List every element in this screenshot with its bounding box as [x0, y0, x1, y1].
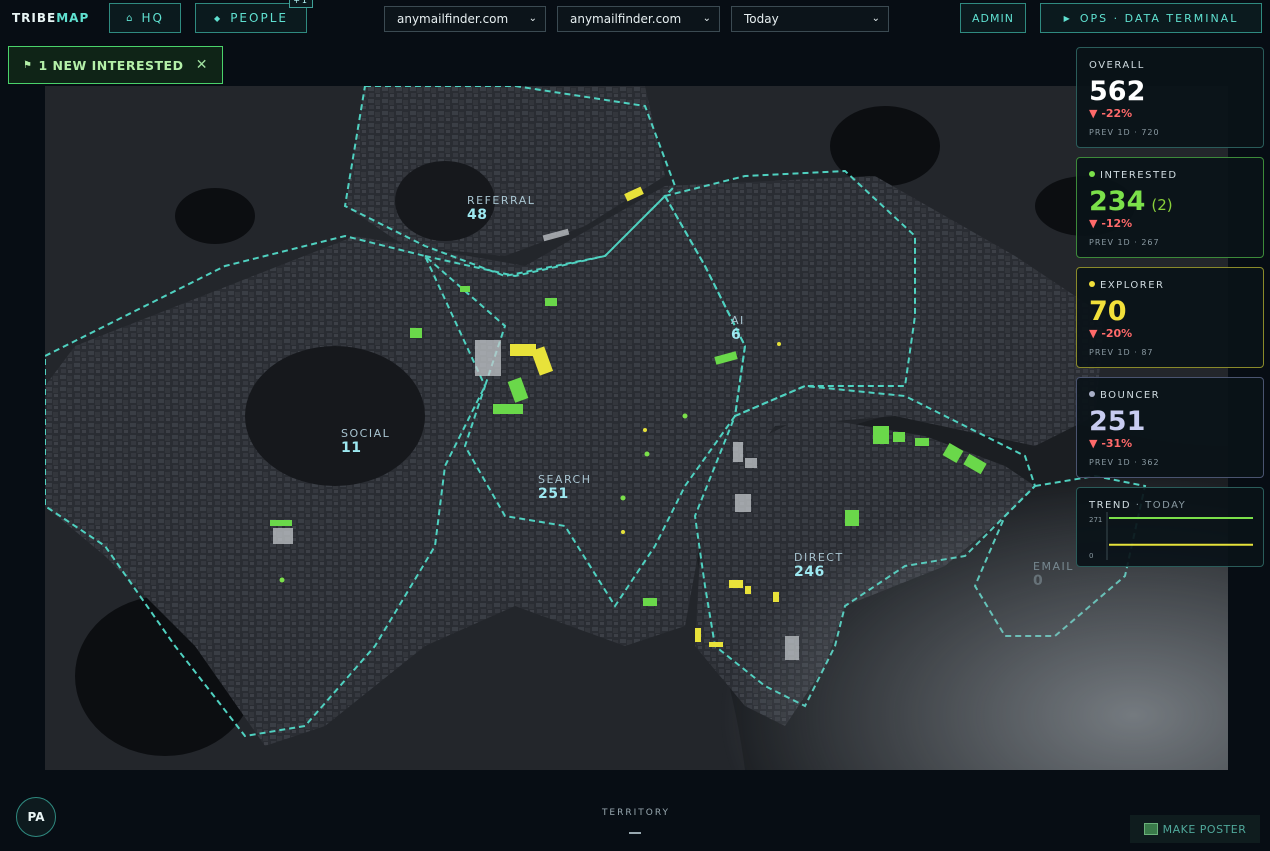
stat-label-text: INTERESTED: [1100, 170, 1178, 181]
people-button[interactable]: ◆ PEOPLE +1: [195, 0, 313, 33]
stat-label: OVERALL: [1089, 60, 1145, 71]
down-triangle-icon: ▼: [1089, 327, 1098, 340]
workspace-select[interactable]: anymailfinder.com ⌄: [384, 6, 546, 32]
stat-label: EXPLORER: [1089, 280, 1165, 291]
territory-name: SEARCH: [538, 473, 592, 486]
stat-change: ▼ -22%: [1089, 107, 1132, 120]
stat-label: BOUNCER: [1089, 390, 1160, 401]
logo-text-accent: MAP: [56, 11, 90, 25]
territory-label-direct[interactable]: DIRECT 246: [794, 551, 844, 580]
fog-overlay: [45, 86, 1228, 770]
territory-label-email[interactable]: EMAIL 0: [1033, 560, 1074, 589]
app-logo[interactable]: TRIBEMAP: [12, 11, 89, 25]
stat-value-number: 234: [1089, 186, 1146, 217]
map-svg: [45, 86, 1228, 770]
stat-prev: PREV 1D · 362: [1089, 458, 1160, 467]
territory-name: EMAIL: [1033, 560, 1074, 573]
stat-change-value: -20%: [1101, 327, 1133, 340]
territory-name: REFERRAL: [467, 194, 536, 207]
territory-value: 251: [538, 486, 569, 502]
logo-text-primary: TRIBE: [12, 11, 57, 25]
territory-name: AI: [731, 314, 745, 327]
ops-label: OPS · DATA TERMINAL: [1079, 11, 1239, 25]
territory-name: SOCIAL: [341, 427, 391, 440]
top-bar: TRIBEMAP ⌂ HQ ◆ PEOPLE +1 anymailfinder.…: [0, 0, 1270, 40]
stat-value: 234 (2): [1089, 186, 1173, 217]
territory-label-referral[interactable]: REFERRAL 48: [467, 194, 535, 223]
territory-indicator-label: TERRITORY: [601, 808, 671, 818]
period-select-value: Today: [744, 12, 779, 26]
stat-change-value: -22%: [1101, 107, 1133, 120]
trend-card[interactable]: TREND · TODAY 271 0: [1076, 487, 1264, 567]
diamond-icon: ◆: [214, 13, 223, 23]
hq-button[interactable]: ⌂ HQ: [109, 3, 181, 33]
domain-select-value: anymailfinder.com: [570, 12, 682, 26]
trend-y-max-label: 271: [1089, 516, 1102, 524]
down-triangle-icon: ▼: [1089, 217, 1098, 230]
stat-label-text: EXPLORER: [1100, 280, 1165, 291]
trend-lines: [1109, 517, 1253, 546]
down-triangle-icon: ▼: [1089, 437, 1098, 450]
territory-value: 48: [467, 207, 488, 223]
stat-prev: PREV 1D · 87: [1089, 348, 1154, 357]
down-triangle-icon: ▼: [1089, 107, 1098, 120]
people-label: PEOPLE: [230, 11, 288, 25]
close-icon[interactable]: ✕: [196, 57, 208, 73]
admin-button[interactable]: ADMIN: [960, 3, 1026, 33]
make-poster-button[interactable]: MAKE POSTER: [1130, 815, 1260, 843]
territory-value: 11: [341, 440, 362, 456]
workspace-select-value: anymailfinder.com: [397, 12, 509, 26]
trend-y-min-label: 0: [1089, 552, 1093, 560]
stat-value: 562: [1089, 76, 1146, 107]
territory-indicator-dash: [629, 832, 641, 834]
territory-value: 6: [731, 327, 742, 343]
stat-value: 251: [1089, 406, 1146, 437]
stat-change: ▼ -12%: [1089, 217, 1132, 230]
stat-prev: PREV 1D · 267: [1089, 238, 1160, 247]
people-badge: +1: [289, 0, 313, 8]
admin-label: ADMIN: [972, 11, 1014, 25]
home-icon: ⌂: [126, 12, 135, 24]
territory-label-search[interactable]: SEARCH 251: [538, 473, 592, 502]
period-select[interactable]: Today ⌄: [731, 6, 889, 32]
stat-change-value: -12%: [1101, 217, 1133, 230]
territory-map[interactable]: REFERRAL 48 AI 6 SOCIAL 11 SEARCH 251 DIRECT…: [45, 86, 1228, 770]
status-dot-icon: [1089, 171, 1095, 177]
territory-label-social[interactable]: SOCIAL 11: [341, 427, 390, 456]
territory-name: DIRECT: [794, 551, 844, 564]
stat-card-bouncer[interactable]: BOUNCER 251 ▼ -31% PREV 1D · 362: [1076, 377, 1264, 478]
stat-card-overall[interactable]: OVERALL 562 ▼ -22% PREV 1D · 720: [1076, 47, 1264, 148]
image-icon: [1143, 823, 1158, 835]
territory-label-ai[interactable]: AI 6: [731, 314, 745, 343]
play-icon: ▶: [1063, 13, 1072, 23]
stat-value-new: (2): [1151, 196, 1173, 214]
territory-indicator: TERRITORY: [586, 808, 686, 834]
stat-change: ▼ -31%: [1089, 437, 1132, 450]
toast-text: 1 NEW INTERESTED: [38, 57, 184, 73]
flag-icon: ⚑: [23, 59, 33, 71]
chevron-down-icon: ⌄: [702, 13, 711, 24]
stat-prev: PREV 1D · 720: [1089, 128, 1160, 137]
stat-value: 70: [1089, 296, 1127, 327]
make-poster-label: MAKE POSTER: [1162, 822, 1247, 836]
status-dot-icon: [1089, 391, 1095, 397]
ops-data-terminal-button[interactable]: ▶ OPS · DATA TERMINAL: [1040, 3, 1262, 33]
territory-value: 0: [1033, 573, 1044, 589]
stat-change-value: -31%: [1101, 437, 1133, 450]
chevron-down-icon: ⌄: [871, 13, 880, 24]
status-dot-icon: [1089, 281, 1095, 287]
stat-change: ▼ -20%: [1089, 327, 1132, 340]
domain-select[interactable]: anymailfinder.com ⌄: [557, 6, 720, 32]
stat-label: INTERESTED: [1089, 170, 1178, 181]
avatar[interactable]: PA: [16, 797, 56, 837]
territory-value: 246: [794, 564, 825, 580]
trend-sparkline: 271 0: [1089, 512, 1253, 560]
stat-card-explorer[interactable]: EXPLORER 70 ▼ -20% PREV 1D · 87: [1076, 267, 1264, 368]
chevron-down-icon: ⌄: [528, 13, 537, 24]
stat-card-interested[interactable]: INTERESTED 234 (2) ▼ -12% PREV 1D · 267: [1076, 157, 1264, 258]
new-interested-toast[interactable]: ⚑ 1 NEW INTERESTED ✕: [8, 46, 223, 84]
avatar-initials: PA: [27, 810, 45, 824]
hq-label: HQ: [141, 11, 164, 25]
stat-label-text: BOUNCER: [1100, 390, 1161, 401]
